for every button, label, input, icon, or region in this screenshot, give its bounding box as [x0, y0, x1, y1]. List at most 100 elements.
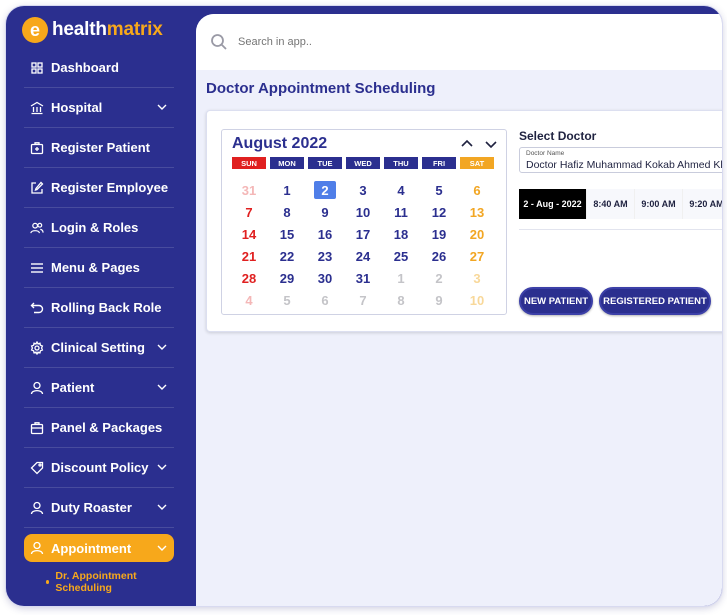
calendar-day[interactable]: 24 — [352, 247, 374, 265]
time-slot[interactable]: 9:00 AM — [635, 189, 683, 219]
calendar-day[interactable]: 30 — [314, 269, 336, 287]
sidebar-subitem-dr-appointment-scheduling[interactable]: Dr. Appointment Scheduling — [24, 570, 174, 594]
calendar-day[interactable]: 2 — [428, 269, 450, 287]
calendar-day[interactable]: 11 — [390, 203, 412, 221]
sidebar-item-appointment[interactable]: Appointment — [24, 534, 174, 562]
registered-patient-button[interactable]: REGISTERED PATIENT — [599, 287, 711, 315]
new-patient-button[interactable]: NEW PATIENT — [519, 287, 593, 315]
sidebar-nav: Dashboard Hospital Register Patient Regi… — [24, 48, 174, 594]
chevron-down-icon — [156, 101, 168, 113]
calendar-day[interactable]: 1 — [276, 181, 298, 199]
calendar-day[interactable]: 2 — [314, 181, 336, 199]
doctor-name-field[interactable]: Doctor Name Doctor Hafiz Muhammad Kokab … — [519, 147, 722, 173]
sidebar-item-label: Duty Roaster — [51, 500, 132, 515]
calendar-day[interactable]: 10 — [466, 291, 488, 309]
calendar-day[interactable]: 17 — [352, 225, 374, 243]
slot-date[interactable]: 2 - Aug - 2022 — [519, 189, 587, 219]
logo[interactable]: e healthmatrix — [22, 16, 163, 44]
calendar-day[interactable]: 4 — [390, 181, 412, 199]
calendar-day[interactable]: 27 — [466, 247, 488, 265]
calendar-day[interactable]: 6 — [314, 291, 336, 309]
calendar-day[interactable]: 9 — [314, 203, 336, 221]
calendar-day[interactable]: 23 — [314, 247, 336, 265]
chevron-down-icon — [156, 542, 168, 554]
app-name-part1: health — [52, 19, 107, 40]
sidebar-item-register-employee[interactable]: Register Employee — [24, 168, 174, 208]
divider — [519, 229, 722, 230]
calendar-day[interactable]: 29 — [276, 269, 298, 287]
hospital-icon — [30, 101, 44, 115]
sidebar-item-patient[interactable]: Patient — [24, 368, 174, 408]
sidebar-item-login-roles[interactable]: Login & Roles — [24, 208, 174, 248]
calendar-day[interactable]: 10 — [352, 203, 374, 221]
calendar-day[interactable]: 12 — [428, 203, 450, 221]
chevron-up-icon[interactable] — [460, 138, 474, 150]
sidebar-item-label: Appointment — [51, 540, 132, 556]
tag-icon — [30, 461, 44, 475]
calendar-day[interactable]: 22 — [276, 247, 298, 265]
calendar-day[interactable]: 7 — [352, 291, 374, 309]
time-slot[interactable]: 9:20 AM — [683, 189, 722, 219]
weekday-header-fri: FRI — [422, 157, 456, 169]
edit-icon — [30, 181, 44, 195]
calendar-day[interactable]: 28 — [238, 269, 260, 287]
sidebar-item-label: Panel & Packages — [51, 420, 163, 435]
sidebar-subitem-label: Dr. Appointment Scheduling — [55, 570, 137, 594]
weekday-header-mon: MON — [270, 157, 304, 169]
calendar-day[interactable]: 7 — [238, 203, 260, 221]
calendar-day[interactable]: 8 — [276, 203, 298, 221]
calendar-day[interactable]: 31 — [238, 181, 260, 199]
sidebar-item-duty-roaster[interactable]: Duty Roaster — [24, 488, 174, 528]
calendar-day[interactable]: 3 — [466, 269, 488, 287]
calendar: August 2022 SUN MON TUE WED THU FRI SAT 31 1 2 3 4 5… — [221, 129, 507, 315]
doctor-name-value: Doctor Hafiz Muhammad Kokab Ahmed Khan — [526, 159, 722, 171]
chevron-down-icon — [156, 461, 168, 473]
time-slot[interactable]: 8:40 AM — [587, 189, 635, 219]
doctor-name-label: Doctor Name — [526, 150, 565, 157]
app-name-part2: matrix — [106, 19, 163, 40]
calendar-day[interactable]: 15 — [276, 225, 298, 243]
calendar-day[interactable]: 21 — [238, 247, 260, 265]
weekday-header-sat: SAT — [460, 157, 494, 169]
calendar-month-label: August 2022 — [232, 135, 328, 152]
calendar-day[interactable]: 26 — [428, 247, 450, 265]
calendar-day[interactable]: 31 — [352, 269, 374, 287]
search-icon[interactable] — [210, 33, 228, 51]
calendar-day[interactable]: 8 — [390, 291, 412, 309]
calendar-day[interactable]: 6 — [466, 181, 488, 199]
sidebar-item-rolling-back-role[interactable]: Rolling Back Role — [24, 288, 174, 328]
calendar-day[interactable]: 9 — [428, 291, 450, 309]
scheduling-card: August 2022 SUN MON TUE WED THU FRI SAT 31 1 2 3 4 5… — [206, 110, 722, 332]
grid-icon — [30, 61, 44, 75]
calendar-day[interactable]: 4 — [238, 291, 260, 309]
calendar-day[interactable]: 25 — [390, 247, 412, 265]
sidebar-item-panel-packages[interactable]: Panel & Packages — [24, 408, 174, 448]
weekday-header-wed: WED — [346, 157, 380, 169]
calendar-day[interactable]: 16 — [314, 225, 336, 243]
search-input[interactable] — [238, 36, 538, 48]
user-icon — [30, 381, 44, 395]
sidebar-item-register-patient[interactable]: Register Patient — [24, 128, 174, 168]
sidebar-item-menu-pages[interactable]: Menu & Pages — [24, 248, 174, 288]
sidebar-item-label: Clinical Setting — [51, 340, 145, 355]
sidebar-item-dashboard[interactable]: Dashboard — [24, 48, 174, 88]
chevron-down-icon — [156, 341, 168, 353]
calendar-day[interactable]: 1 — [390, 269, 412, 287]
sidebar-item-label: Dashboard — [51, 60, 119, 75]
sidebar-item-clinical-setting[interactable]: Clinical Setting — [24, 328, 174, 368]
topbar — [196, 14, 722, 70]
calendar-day[interactable]: 19 — [428, 225, 450, 243]
calendar-day[interactable]: 5 — [428, 181, 450, 199]
calendar-day[interactable]: 3 — [352, 181, 374, 199]
undo-icon — [30, 301, 44, 315]
sidebar-item-label: Patient — [51, 380, 95, 395]
calendar-day[interactable]: 20 — [466, 225, 488, 243]
sidebar-item-discount-policy[interactable]: Discount Policy — [24, 448, 174, 488]
user-icon — [30, 541, 44, 555]
calendar-day[interactable]: 13 — [466, 203, 488, 221]
sidebar-item-hospital[interactable]: Hospital — [24, 88, 174, 128]
calendar-day[interactable]: 14 — [238, 225, 260, 243]
calendar-day[interactable]: 18 — [390, 225, 412, 243]
chevron-down-icon[interactable] — [484, 138, 498, 150]
calendar-day[interactable]: 5 — [276, 291, 298, 309]
